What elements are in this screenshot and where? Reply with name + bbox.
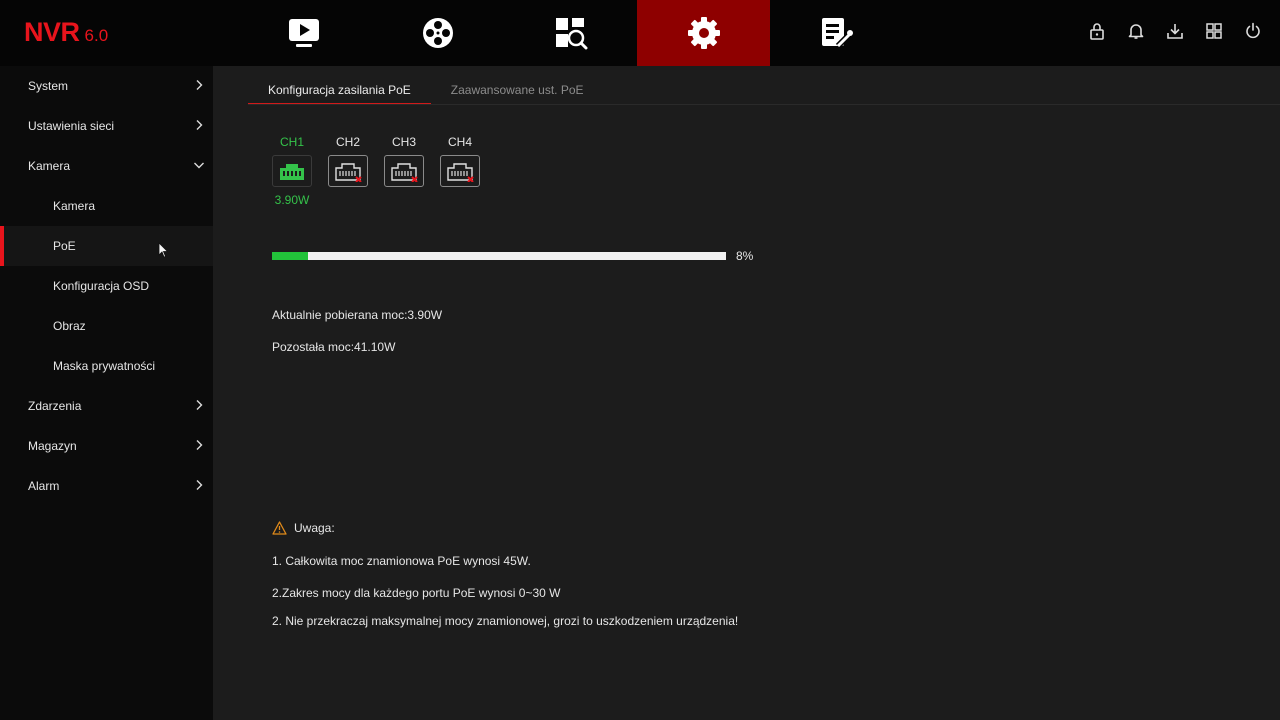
nav-recording-button[interactable] [371,0,504,66]
sidebar-subitem-image[interactable]: Obraz [0,306,213,346]
layout-button[interactable] [1205,22,1223,40]
poe-usage-percent: 8% [736,249,754,263]
maintenance-icon [821,18,853,49]
sidebar-item-network[interactable]: Ustawienia sieci [0,106,213,146]
sidebar-item-label: PoE [53,239,76,253]
film-reel-icon [422,18,453,48]
tab-divider [248,104,1280,105]
sidebar: System Ustawienia sieci Kamera Kamera Po… [0,66,213,720]
power-icon [1246,22,1260,39]
bell-icon [1128,24,1144,39]
sidebar-item-label: System [28,79,69,93]
ethernet-port-icon [272,155,312,187]
gear-icon [687,17,720,49]
mouse-cursor-icon [158,242,168,258]
sidebar-item-label: Obraz [53,319,86,333]
lock-icon [1090,23,1104,40]
sidebar-item-storage[interactable]: Magazyn [0,426,213,466]
notice-title: Uwaga: [294,521,335,535]
chevron-down-icon [193,159,205,171]
channel-label: CH2 [335,135,360,149]
poe-channel-list: CH1 3.90W CH2 CH3 CH4 [272,134,480,207]
channel-label: CH1 [279,135,304,149]
channel-label: CH3 [391,135,416,149]
sidebar-item-label: Magazyn [28,439,77,453]
search-grid-icon [555,18,587,50]
nav-settings-button[interactable] [637,0,770,66]
chevron-right-icon [193,79,205,91]
backup-button[interactable] [1166,22,1184,40]
main-panel: Konfiguracja zasilania PoE Zaawansowane … [213,66,1280,720]
sidebar-subitem-camera[interactable]: Kamera [0,186,213,226]
grid-icon [1206,23,1222,39]
ethernet-port-icon [384,155,424,187]
poe-channel-3[interactable]: CH3 [384,134,424,207]
sidebar-item-label: Zdarzenia [28,399,82,413]
tab-poe-advanced[interactable]: Zaawansowane ust. PoE [431,76,604,103]
sidebar-item-alarm[interactable]: Alarm [0,466,213,506]
logo: NVR 6.0 [24,17,108,49]
chevron-right-icon [193,119,205,131]
nav-maintenance-button[interactable] [770,0,903,66]
sidebar-subitem-privacy-mask[interactable]: Maska prywatności [0,346,213,386]
nav-playback-button[interactable] [237,0,370,66]
poe-channel-1[interactable]: CH1 3.90W [272,134,312,207]
tab-poe-power-config[interactable]: Konfiguracja zasilania PoE [248,76,431,105]
logo-version: 6.0 [84,26,109,45]
nav-search-button[interactable] [504,0,637,66]
sidebar-subitem-osd[interactable]: Konfiguracja OSD [0,266,213,306]
notice-line: 1. Całkowita moc znamionowa PoE wynosi 4… [272,554,531,568]
sidebar-item-label: Kamera [53,199,96,213]
sidebar-item-label: Konfiguracja OSD [53,279,150,293]
system-icons [1088,22,1262,40]
logo-text: NVR [24,17,80,47]
chevron-right-icon [193,439,205,451]
chevron-right-icon [193,399,205,411]
ethernet-port-icon [440,155,480,187]
channel-label: CH4 [447,135,472,149]
sidebar-subitem-poe[interactable]: PoE [0,226,213,266]
chevron-right-icon [193,479,205,491]
lock-button[interactable] [1088,22,1106,40]
sidebar-item-label: Ustawienia sieci [28,119,115,133]
sidebar-item-system[interactable]: System [0,66,213,106]
sidebar-item-label: Kamera [28,159,71,173]
notice-line: 2.Zakres mocy dla każdego portu PoE wyno… [272,586,561,600]
notice-header: Uwaga: [272,521,335,535]
poe-usage-fill [272,252,309,260]
poe-usage-bar [272,252,726,260]
warning-icon [272,521,287,535]
poe-channel-2[interactable]: CH2 [328,134,368,207]
notice-line: 2. Nie przekraczaj maksymalnej mocy znam… [272,614,739,628]
remaining-power-text: Pozostała moc:41.10W [272,340,396,354]
sidebar-item-label: Alarm [28,479,60,493]
poe-channel-4[interactable]: CH4 [440,134,480,207]
sidebar-item-label: Maska prywatności [53,359,156,373]
sidebar-item-camera[interactable]: Kamera [0,146,213,186]
top-bar: NVR 6.0 [0,0,1280,66]
alerts-button[interactable] [1127,22,1145,40]
download-icon [1167,24,1183,39]
sidebar-item-events[interactable]: Zdarzenia [0,386,213,426]
tab-bar: Konfiguracja zasilania PoE Zaawansowane … [248,76,604,105]
channel-power: 3.90W [274,193,310,207]
power-button[interactable] [1244,22,1262,40]
ethernet-port-icon [328,155,368,187]
current-power-text: Aktualnie pobierana moc:3.90W [272,308,443,322]
playback-icon [288,19,319,47]
